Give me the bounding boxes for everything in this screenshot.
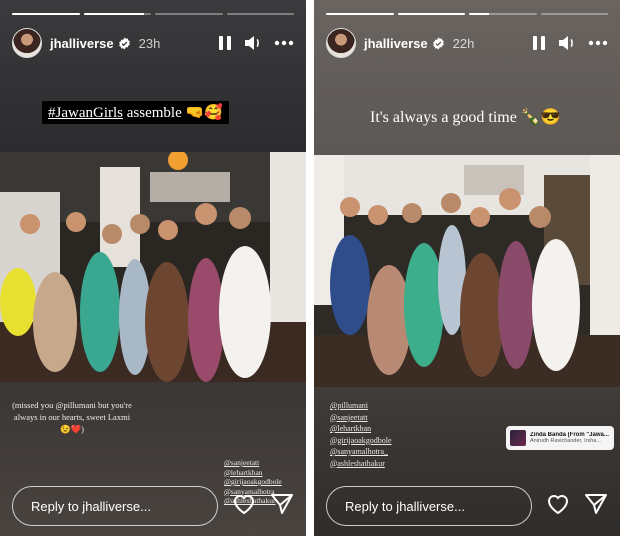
heart-icon[interactable] xyxy=(232,493,256,520)
progress-segment xyxy=(12,13,80,15)
reply-input[interactable]: Reply to jhalliverse... xyxy=(326,486,532,526)
reply-bar: Reply to jhalliverse... xyxy=(12,486,294,526)
mention-tag[interactable]: @sanjeetatt xyxy=(224,458,282,468)
post-time: 23h xyxy=(138,35,161,51)
caption-hashtag[interactable]: #JawanGirls xyxy=(48,105,123,121)
progress-fill xyxy=(326,13,394,15)
reply-input[interactable]: Reply to jhalliverse... xyxy=(12,486,218,526)
story-photo xyxy=(314,155,620,387)
progress-segment xyxy=(397,13,465,15)
story-note: (missed you @pillumani but you're always… xyxy=(12,400,132,434)
progress-fill xyxy=(397,13,465,15)
mention-tag[interactable]: @lehartkhan xyxy=(330,423,392,435)
mention-tag[interactable]: @sanjeetatt xyxy=(330,412,392,424)
verified-badge-icon xyxy=(432,37,445,50)
progress-segment xyxy=(469,13,537,15)
progress-segment xyxy=(326,13,394,15)
post-time: 22h xyxy=(452,35,475,51)
username[interactable]: jhalliverse xyxy=(50,36,114,51)
story-header: jhalliverse 23h xyxy=(12,28,294,58)
more-icon[interactable] xyxy=(274,40,294,46)
mention-tag[interactable]: @pillumani xyxy=(330,400,392,412)
avatar[interactable] xyxy=(326,28,356,58)
mention-tag[interactable]: @sanyamalhotra_ xyxy=(330,446,392,458)
progress-segment xyxy=(83,13,151,15)
story-progress xyxy=(12,13,294,15)
progress-segment xyxy=(155,13,223,15)
username[interactable]: jhalliverse xyxy=(364,36,428,51)
volume-icon[interactable] xyxy=(244,35,262,51)
story-caption: It's always a good time 🍾😎 xyxy=(370,109,561,126)
pause-icon[interactable] xyxy=(532,35,546,51)
progress-segment xyxy=(540,13,608,15)
progress-fill xyxy=(83,13,145,15)
heart-icon[interactable] xyxy=(546,493,570,520)
story-progress xyxy=(326,13,608,15)
music-artist: Anirudh Ravichander, Irsha... xyxy=(530,438,601,444)
mention-tags: @pillumani @sanjeetatt @lehartkhan @giri… xyxy=(330,400,392,469)
story-left[interactable]: jhalliverse 23h #JawanGirls assemble 🤜🥰 xyxy=(0,0,306,536)
story-right[interactable]: jhalliverse 22h It's always a good time … xyxy=(314,0,620,536)
mention-tag[interactable]: @ashleshathakur xyxy=(330,458,392,470)
story-header: jhalliverse 22h xyxy=(326,28,608,58)
avatar[interactable] xyxy=(12,28,42,58)
progress-fill xyxy=(469,13,490,15)
music-sticker[interactable]: Zinda Banda (From "Jawa... Anirudh Ravic… xyxy=(506,426,614,450)
send-icon[interactable] xyxy=(584,493,608,520)
story-caption: #JawanGirls assemble 🤜🥰 xyxy=(42,101,229,124)
caption-text: assemble 🤜🥰 xyxy=(123,105,223,121)
progress-segment xyxy=(226,13,294,15)
mention-tag[interactable]: @lehartkhan xyxy=(224,468,282,478)
send-icon[interactable] xyxy=(270,493,294,520)
mention-tag[interactable]: @girijaoakgodbole xyxy=(330,435,392,447)
pause-icon[interactable] xyxy=(218,35,232,51)
progress-fill xyxy=(12,13,80,15)
verified-badge-icon xyxy=(118,37,131,50)
album-cover xyxy=(510,430,526,446)
story-photo xyxy=(0,152,306,382)
reply-bar: Reply to jhalliverse... xyxy=(326,486,608,526)
more-icon[interactable] xyxy=(588,40,608,46)
volume-icon[interactable] xyxy=(558,35,576,51)
